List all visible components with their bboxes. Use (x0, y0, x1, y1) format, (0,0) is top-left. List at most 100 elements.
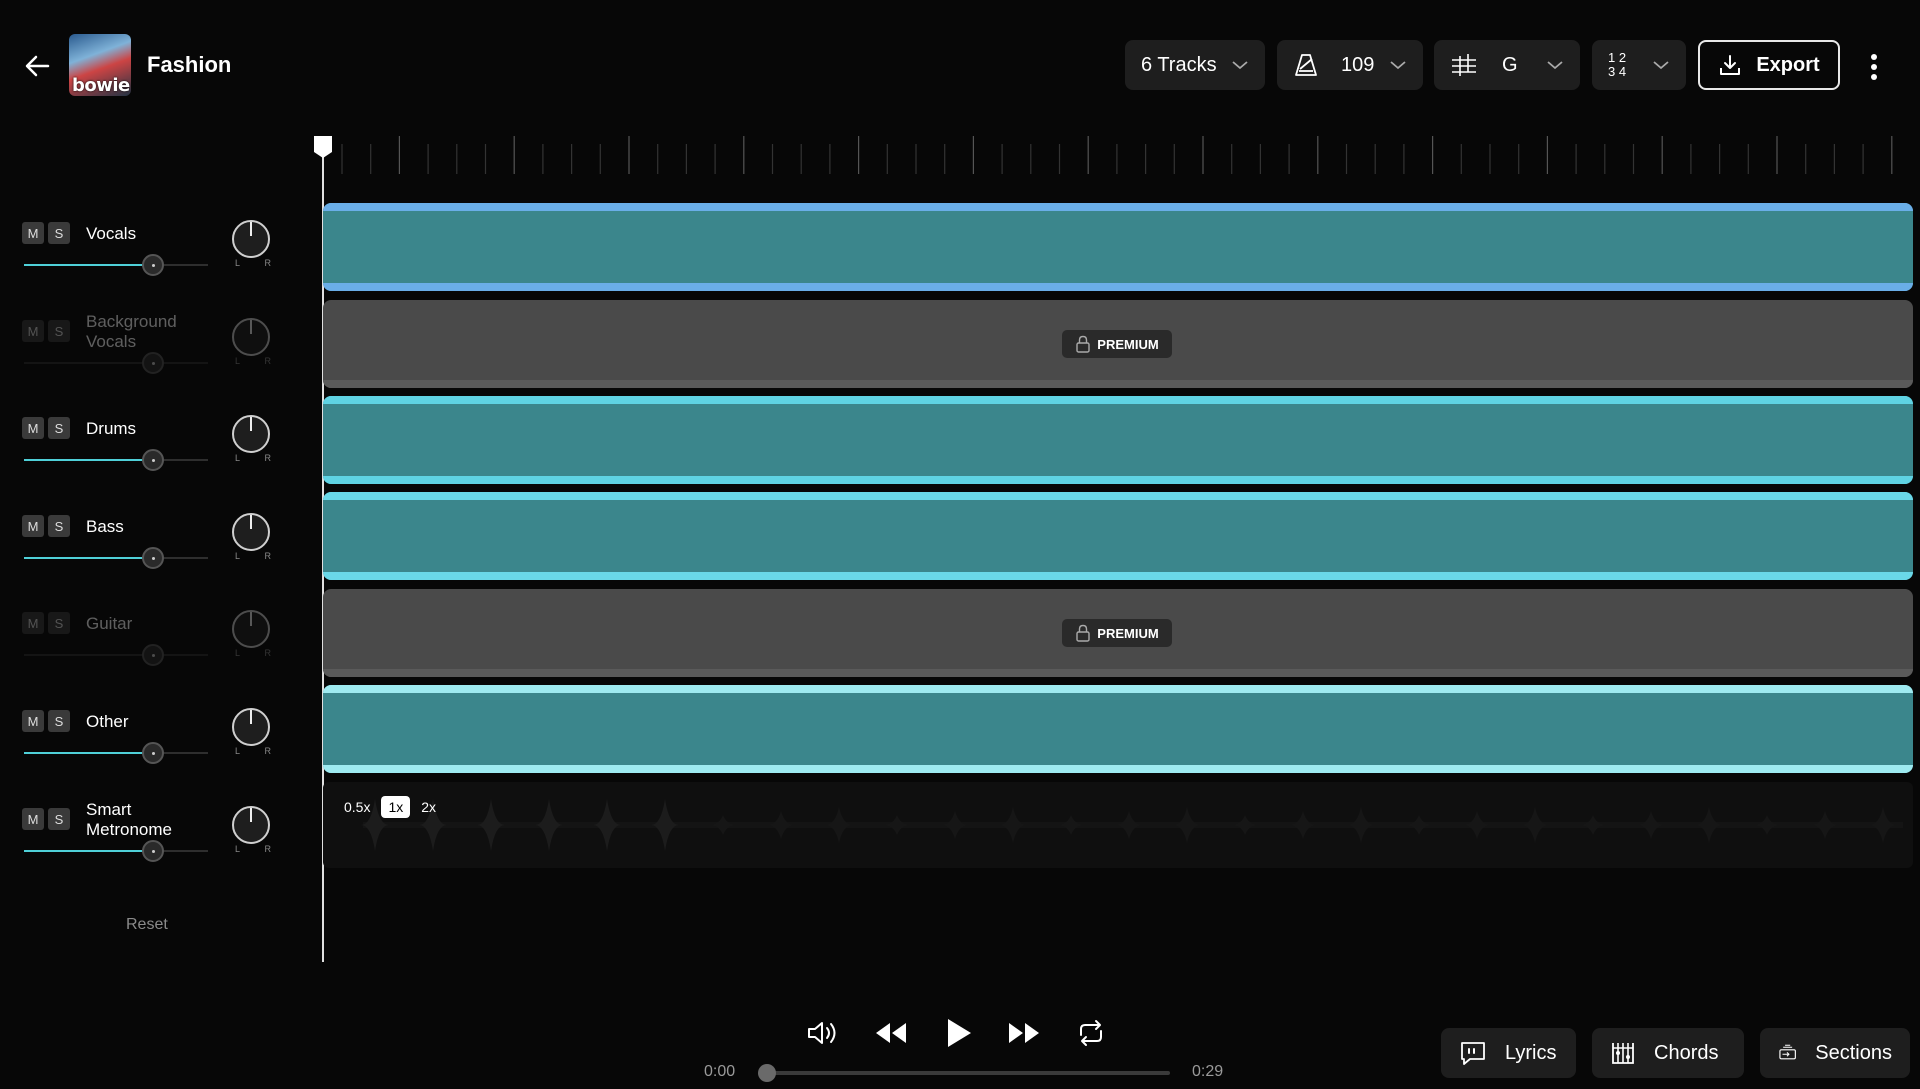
waveform-peak (1057, 815, 1085, 835)
lane-top-edge (323, 685, 1913, 693)
speed-button[interactable]: 2x (414, 796, 443, 818)
volume-fader[interactable] (24, 557, 208, 559)
tempo-dropdown[interactable]: 109 (1277, 40, 1423, 90)
pan-knob[interactable] (232, 806, 270, 844)
volume-fader[interactable] (24, 264, 208, 266)
reset-button[interactable]: Reset (126, 916, 168, 934)
solo-button[interactable]: S (48, 808, 70, 830)
waveform-peak (1521, 807, 1549, 843)
solo-button[interactable]: S (48, 710, 70, 732)
sections-icon (1779, 1044, 1796, 1060)
pan-labels: LR (235, 356, 271, 366)
solo-button[interactable]: S (48, 222, 70, 244)
volume-fader-knob[interactable] (141, 449, 164, 471)
track-lane[interactable] (323, 396, 1913, 484)
pan-labels: LR (235, 648, 271, 658)
volume-fader[interactable] (24, 654, 208, 656)
mute-button[interactable]: M (22, 515, 44, 537)
waveform-peak (1115, 811, 1143, 839)
volume-fader[interactable] (24, 850, 208, 852)
pan-knob[interactable] (232, 415, 270, 453)
speed-selector: 0.5x 1x 2x (337, 796, 443, 818)
solo-button[interactable]: S (48, 320, 70, 342)
sections-button[interactable]: Sections (1760, 1028, 1910, 1078)
lyrics-button[interactable]: Lyrics (1441, 1028, 1576, 1078)
track-lane[interactable] (323, 685, 1913, 773)
track-control-background-vocals: M S Background Vocals LR (22, 312, 282, 398)
volume-fader[interactable] (24, 459, 208, 461)
volume-fader-knob[interactable] (141, 840, 164, 862)
tempo-value: 109 (1341, 53, 1375, 76)
volume-fader-knob[interactable] (141, 547, 164, 569)
lane-bottom-edge (323, 283, 1913, 291)
track-lane[interactable] (323, 203, 1913, 291)
volume-fader-fill (24, 557, 153, 559)
volume-fader-fill (24, 850, 153, 852)
volume-icon[interactable] (806, 1018, 840, 1048)
premium-track-lane: PREMIUM (323, 589, 1913, 677)
tracks-dropdown[interactable]: 6 Tracks (1125, 40, 1265, 90)
volume-fader-knob[interactable] (141, 254, 164, 276)
mute-button[interactable]: M (22, 808, 44, 830)
timeline-ruler[interactable] (322, 130, 1912, 180)
track-control-vocals: M S Vocals LR (22, 220, 282, 300)
mute-button[interactable]: M (22, 222, 44, 244)
chords-button[interactable]: Chords (1592, 1028, 1744, 1078)
pan-labels: LR (235, 746, 271, 756)
export-label: Export (1756, 53, 1820, 76)
fast-forward-icon[interactable] (1007, 1021, 1041, 1045)
solo-button[interactable]: S (48, 417, 70, 439)
lane-bottom-edge (323, 669, 1913, 677)
key-value: G (1502, 53, 1518, 76)
pan-knob[interactable] (232, 220, 270, 258)
track-control-smart-metronome: M S Smart Metronome LR (22, 800, 282, 886)
mute-button[interactable]: M (22, 320, 44, 342)
waveform-peak (1173, 807, 1201, 843)
loop-icon[interactable] (1076, 1019, 1106, 1047)
playhead-handle[interactable] (312, 134, 334, 160)
waveform-peak (883, 815, 911, 835)
time-signature-dropdown[interactable]: 1 2 3 4 (1592, 40, 1686, 90)
solo-button[interactable]: S (48, 612, 70, 634)
premium-badge[interactable]: PREMIUM (1062, 330, 1172, 358)
progress-bar[interactable] (758, 1071, 1170, 1075)
lock-icon (1076, 624, 1090, 642)
pan-knob[interactable] (232, 318, 270, 356)
back-arrow-icon[interactable] (18, 46, 58, 86)
premium-badge[interactable]: PREMIUM (1062, 619, 1172, 647)
waveform-peak (1637, 811, 1665, 839)
volume-fader-knob[interactable] (141, 352, 164, 374)
pan-knob[interactable] (232, 513, 270, 551)
volume-fader-knob[interactable] (141, 742, 164, 764)
mute-button[interactable]: M (22, 710, 44, 732)
volume-fader[interactable] (24, 362, 208, 364)
volume-fader-knob[interactable] (141, 644, 164, 666)
speed-button[interactable]: 1x (381, 796, 411, 818)
export-button[interactable]: Export (1698, 40, 1840, 90)
volume-fader[interactable] (24, 752, 208, 754)
track-name: Background Vocals (86, 312, 177, 351)
track-lane[interactable] (323, 492, 1913, 580)
top-bar: bowie Fashion 6 Tracks 109 G 1 2 3 4 Exp… (0, 0, 1920, 130)
rewind-icon[interactable] (874, 1021, 908, 1045)
track-control-bass: M S Bass LR (22, 513, 282, 593)
current-time: 0:00 (704, 1063, 736, 1080)
song-title: Fashion (147, 52, 232, 77)
speed-button[interactable]: 0.5x (337, 796, 377, 818)
more-options-icon[interactable] (1862, 50, 1886, 84)
play-icon[interactable] (944, 1016, 974, 1050)
progress-knob[interactable] (758, 1064, 776, 1082)
pan-labels: LR (235, 551, 271, 561)
mute-button[interactable]: M (22, 417, 44, 439)
volume-fader-fill (24, 752, 153, 754)
lane-bottom-edge (323, 572, 1913, 580)
solo-button[interactable]: S (48, 515, 70, 537)
mute-button[interactable]: M (22, 612, 44, 634)
chevron-down-icon (1390, 61, 1406, 70)
chords-label: Chords (1654, 1041, 1719, 1064)
lane-bottom-edge (323, 380, 1913, 388)
pan-knob[interactable] (232, 708, 270, 746)
key-dropdown[interactable]: G (1434, 40, 1580, 90)
pan-knob[interactable] (232, 610, 270, 648)
waveform-peak (593, 799, 621, 851)
